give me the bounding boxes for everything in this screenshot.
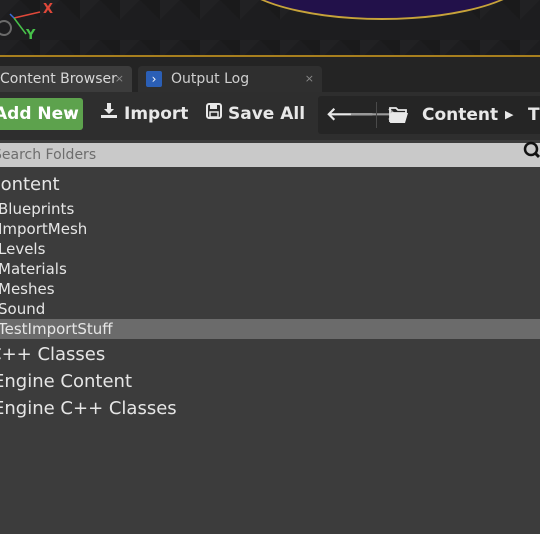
import-label: Import <box>124 104 189 124</box>
tree-node-label: Sound <box>0 300 46 318</box>
tree-node-label: ImportMesh <box>0 220 88 238</box>
tree-node-testimportstuff[interactable]: TestImportStuff <box>0 319 540 339</box>
close-icon[interactable]: × <box>305 66 314 92</box>
nav-divider <box>376 102 377 128</box>
tree-node-label: Engine Content <box>0 371 132 392</box>
breadcrumb-content[interactable]: Content <box>422 96 498 134</box>
save-all-button[interactable]: Save All <box>206 98 305 130</box>
search-folders-input[interactable] <box>0 143 513 167</box>
tree-node-label: Levels <box>0 240 46 258</box>
folder-open-icon <box>389 107 408 123</box>
tab-bar: Content Browser × › Output Log × <box>0 57 540 92</box>
level-viewport[interactable]: X Y <box>0 0 540 57</box>
terminal-icon: › <box>146 71 162 87</box>
tree-node-blueprints[interactable]: Blueprints <box>0 199 540 219</box>
save-all-label: Save All <box>228 104 306 124</box>
tab-output-log[interactable]: › Output Log × <box>138 66 322 92</box>
content-browser-toolbar: Add New ▾ Import Save All 🡐 🡒 Content ▶ … <box>0 92 540 140</box>
tree-node-label: Engine C++ Classes <box>0 398 177 419</box>
folder-tree: Content Blueprints ImportMesh Levels Mat… <box>0 170 540 420</box>
tree-node-engine-cpp-classes[interactable]: Engine C++ Classes <box>0 393 540 420</box>
axis-x-label: X <box>43 2 54 17</box>
tree-node-importmesh[interactable]: ImportMesh <box>0 219 540 239</box>
tree-node-sound[interactable]: Sound <box>0 299 540 319</box>
tree-node-levels[interactable]: Levels <box>0 239 540 259</box>
tab-label: Output Log <box>171 71 250 87</box>
download-icon <box>101 103 117 118</box>
tree-node-content[interactable]: Content <box>0 170 540 199</box>
close-icon[interactable]: × <box>115 66 124 92</box>
tree-node-label: Content <box>0 174 60 195</box>
breadcrumb-next[interactable]: T <box>528 96 540 134</box>
navigation-bar: 🡐 🡒 Content ▶ T <box>318 96 540 134</box>
tree-node-label: Materials <box>0 260 67 278</box>
tree-node-engine-content[interactable]: Engine Content <box>0 366 540 393</box>
tree-node-label: TestImportStuff <box>0 320 113 338</box>
tab-label: Content Browser <box>0 71 117 87</box>
folder-search-bar <box>0 141 540 167</box>
breadcrumb-arrow-icon[interactable]: ▶ <box>505 96 513 134</box>
tree-node-materials[interactable]: Materials <box>0 259 540 279</box>
tree-node-cpp-classes[interactable]: C++ Classes <box>0 339 540 366</box>
tree-node-label: C++ Classes <box>0 344 106 365</box>
tree-node-label: Blueprints <box>0 200 75 218</box>
add-new-button[interactable]: Add New ▾ <box>0 98 83 130</box>
tab-content-browser[interactable]: Content Browser × <box>0 66 132 92</box>
save-icon <box>206 103 222 119</box>
import-button[interactable]: Import <box>100 98 188 130</box>
tree-node-meshes[interactable]: Meshes <box>0 279 540 299</box>
tree-node-label: Meshes <box>0 280 55 298</box>
axis-y-label: Y <box>26 28 36 43</box>
search-icon[interactable] <box>520 141 540 161</box>
chevron-down-icon: ▾ <box>67 107 73 120</box>
